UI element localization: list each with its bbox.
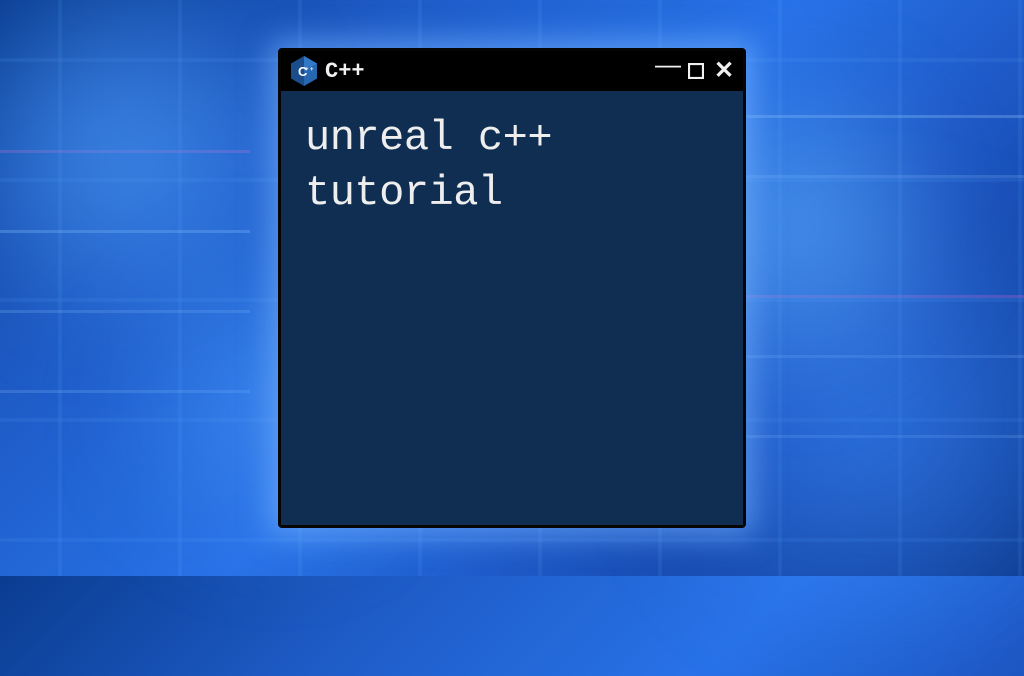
svg-text:+: + (305, 67, 309, 73)
content-text: unreal c++ tutorial (305, 111, 719, 220)
titlebar[interactable]: C + + C++ — ✕ (281, 51, 743, 91)
application-window: C + + C++ — ✕ unreal c++ tutorial (278, 48, 746, 528)
maximize-button[interactable] (685, 60, 707, 82)
cpp-hex-icon: C + + (291, 56, 317, 86)
window-controls: — ✕ (657, 60, 735, 82)
minimize-button[interactable]: — (657, 60, 679, 82)
close-button[interactable]: ✕ (713, 60, 735, 82)
window-content: unreal c++ tutorial (281, 91, 743, 525)
window-title: C++ (325, 59, 649, 84)
svg-text:+: + (310, 67, 314, 73)
